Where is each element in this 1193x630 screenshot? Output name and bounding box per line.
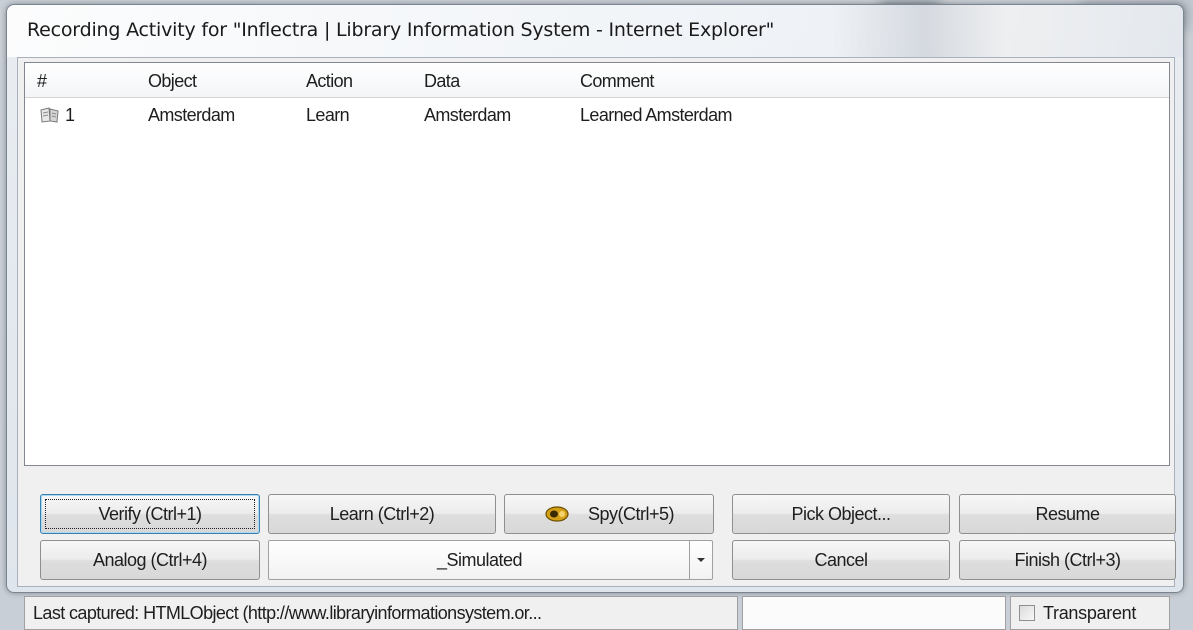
recorded-actions-list[interactable]: # Object Action Data Comment 1 Amsterdam… (24, 62, 1170, 466)
learn-button-label: Learn (Ctrl+2) (329, 503, 435, 524)
window-client-area: # Object Action Data Comment 1 Amsterdam… (17, 57, 1176, 630)
recording-window: Recording Activity for "Inflectra | Libr… (6, 4, 1184, 630)
window-title: Recording Activity for "Inflectra | Libr… (27, 19, 775, 41)
column-header-data[interactable]: Data (424, 71, 460, 92)
pick-object-button-label: Pick Object... (791, 503, 891, 524)
recording-mode-select[interactable]: _Simulated (268, 540, 713, 580)
finish-button[interactable]: Finish (Ctrl+3) (959, 540, 1176, 580)
verify-button[interactable]: Verify (Ctrl+1) (40, 494, 260, 534)
spy-button[interactable]: Spy(Ctrl+5) (504, 494, 714, 534)
pick-object-button[interactable]: Pick Object... (732, 494, 950, 534)
resume-button-label: Resume (1035, 503, 1100, 524)
dropdown-toggle[interactable] (689, 541, 712, 579)
column-header-comment[interactable]: Comment (580, 71, 654, 92)
learn-button[interactable]: Learn (Ctrl+2) (268, 494, 496, 534)
cancel-button-label: Cancel (814, 549, 868, 570)
table-row[interactable]: 1 Amsterdam Learn Amsterdam Learned Amst… (25, 99, 1169, 131)
recording-mode-value: _Simulated (436, 550, 523, 570)
column-header-number[interactable]: # (37, 71, 47, 92)
cell-action: Learn (306, 105, 350, 125)
cancel-button[interactable]: Cancel (732, 540, 950, 580)
list-header: # Object Action Data Comment (25, 63, 1169, 98)
column-header-object[interactable]: Object (148, 71, 197, 92)
finish-button-label: Finish (Ctrl+3) (1014, 549, 1121, 570)
transparent-label: Transparent (1043, 602, 1137, 623)
spy-button-label: Spy(Ctrl+5) (587, 503, 675, 524)
cell-object: Amsterdam (148, 105, 235, 125)
last-captured-status: Last captured: HTMLObject (http://www.li… (24, 596, 738, 630)
cell-comment: Learned Amsterdam (580, 105, 732, 125)
status-blank-field (742, 596, 1006, 630)
cell-number: 1 (65, 105, 75, 125)
resume-button[interactable]: Resume (959, 494, 1176, 534)
analog-button[interactable]: Analog (Ctrl+4) (40, 540, 260, 580)
transparent-toggle[interactable]: Transparent (1010, 596, 1170, 630)
cell-data: Amsterdam (424, 105, 511, 125)
title-bar[interactable]: Recording Activity for "Inflectra | Libr… (7, 5, 1183, 57)
analog-button-label: Analog (Ctrl+4) (92, 549, 208, 570)
chevron-down-icon (697, 558, 705, 562)
column-header-action[interactable]: Action (306, 71, 353, 92)
focus-ring (45, 499, 255, 529)
spy-glasses-icon (545, 506, 569, 522)
learn-book-icon (40, 107, 59, 123)
transparent-checkbox[interactable] (1019, 605, 1035, 621)
